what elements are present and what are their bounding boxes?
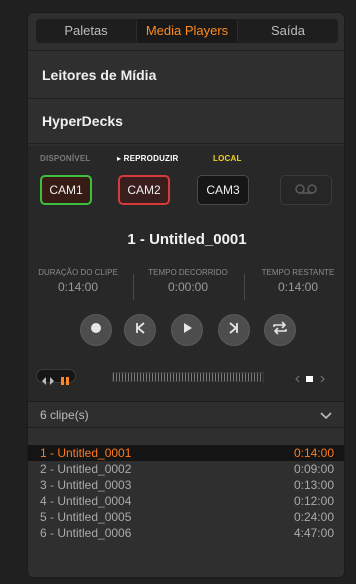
clip-row[interactable]: 1 - Untitled_0001 0:14:00	[28, 445, 344, 461]
status-local: LOCAL	[213, 154, 242, 163]
previous-clip-button[interactable]	[124, 314, 156, 346]
cam1-button[interactable]: CAM1	[40, 175, 92, 205]
next-clip-button[interactable]	[218, 314, 250, 346]
clip-row[interactable]: 2 - Untitled_0002 0:09:00	[28, 461, 344, 477]
clip-row[interactable]: 5 - Untitled_0005 0:24:00	[28, 509, 344, 525]
clips-dropdown[interactable]: 6 clipe(s)	[28, 401, 344, 428]
divider	[28, 98, 344, 99]
clip-row[interactable]: 3 - Untitled_0003 0:13:00	[28, 477, 344, 493]
media-players-header[interactable]: Leitores de Mídia	[28, 55, 344, 95]
clip-duration: 0:12:00	[293, 494, 334, 508]
jog-arrows-icon	[42, 372, 54, 390]
cam3-button[interactable]: CAM3	[197, 175, 249, 205]
jog-mode-toggle[interactable]	[36, 369, 76, 385]
skip-back-icon	[132, 320, 148, 341]
current-clip-name: 1 - Untitled_0001	[127, 231, 247, 248]
hyperdecks-body: DISPONÍVEL ▸ REPRODUZIR LOCAL CAM1 CAM2 …	[28, 146, 344, 401]
divider	[133, 274, 134, 300]
elapsed-block: TEMPO DECORRIDO 0:00:00	[138, 268, 238, 294]
clip-duration: 0:09:00	[293, 462, 334, 476]
tab-media-players[interactable]: Media Players	[136, 19, 237, 43]
tape-deck-button[interactable]	[280, 175, 332, 205]
elapsed-value: 0:00:00	[167, 280, 209, 294]
divider	[28, 50, 344, 51]
tape-icon	[293, 183, 319, 198]
clip-name: 6 - Untitled_0006	[40, 526, 132, 540]
clip-name: 1 - Untitled_0001	[40, 446, 132, 460]
clip-duration: 0:24:00	[293, 510, 334, 524]
play-button[interactable]	[171, 314, 203, 346]
clip-list: 1 - Untitled_0001 0:14:00 2 - Untitled_0…	[28, 445, 344, 541]
duration-label: DURAÇÃO DO CLIPE	[38, 268, 118, 277]
record-button[interactable]	[80, 314, 112, 346]
clip-row[interactable]: 6 - Untitled_0006 4:47:00	[28, 525, 344, 541]
clip-name: 3 - Untitled_0003	[40, 478, 132, 492]
clip-name: 4 - Untitled_0004	[40, 494, 132, 508]
switcher-control-panel: Paletas Media Players Saída Leitores de …	[27, 12, 345, 578]
transport-controls	[28, 314, 344, 346]
remaining-value: 0:14:00	[277, 280, 319, 294]
clip-duration: 0:14:00	[293, 446, 334, 460]
clip-duration: 4:47:00	[293, 526, 334, 540]
skip-forward-icon	[226, 320, 242, 341]
loop-icon	[271, 320, 289, 341]
jog-shuttle-row	[28, 366, 344, 386]
duration-value: 0:14:00	[57, 280, 99, 294]
remaining-block: TEMPO RESTANTE 0:14:00	[250, 268, 344, 294]
loop-button[interactable]	[264, 314, 296, 346]
play-icon	[179, 320, 195, 341]
shuttle-slider[interactable]	[293, 371, 329, 383]
tab-paletas[interactable]: Paletas	[36, 19, 136, 43]
jog-wheel-strip[interactable]	[112, 372, 264, 382]
elapsed-label: TEMPO DECORRIDO	[148, 268, 228, 277]
divider	[28, 143, 344, 144]
divider	[244, 274, 245, 300]
chevron-down-icon	[320, 409, 332, 423]
record-icon	[89, 321, 103, 340]
clip-name: 5 - Untitled_0005	[40, 510, 132, 524]
clip-row[interactable]: 4 - Untitled_0004 0:12:00	[28, 493, 344, 509]
clip-times: DURAÇÃO DO CLIPE 0:14:00 TEMPO DECORRIDO…	[28, 268, 344, 302]
pause-icon	[61, 372, 69, 390]
status-play: ▸ REPRODUZIR	[117, 154, 179, 163]
status-row: DISPONÍVEL ▸ REPRODUZIR LOCAL	[28, 154, 344, 166]
remaining-label: TEMPO RESTANTE	[261, 268, 335, 277]
status-available: DISPONÍVEL	[40, 154, 91, 163]
duration-block: DURAÇÃO DO CLIPE 0:14:00	[28, 268, 128, 294]
tab-saida[interactable]: Saída	[237, 19, 338, 43]
panel-tabs: Paletas Media Players Saída	[36, 19, 338, 43]
clip-name: 2 - Untitled_0002	[40, 462, 132, 476]
cam2-button[interactable]: CAM2	[118, 175, 170, 205]
clips-count: 6 clipe(s)	[40, 407, 89, 422]
hyperdecks-header[interactable]: HyperDecks	[28, 101, 344, 141]
clip-duration: 0:13:00	[293, 478, 334, 492]
